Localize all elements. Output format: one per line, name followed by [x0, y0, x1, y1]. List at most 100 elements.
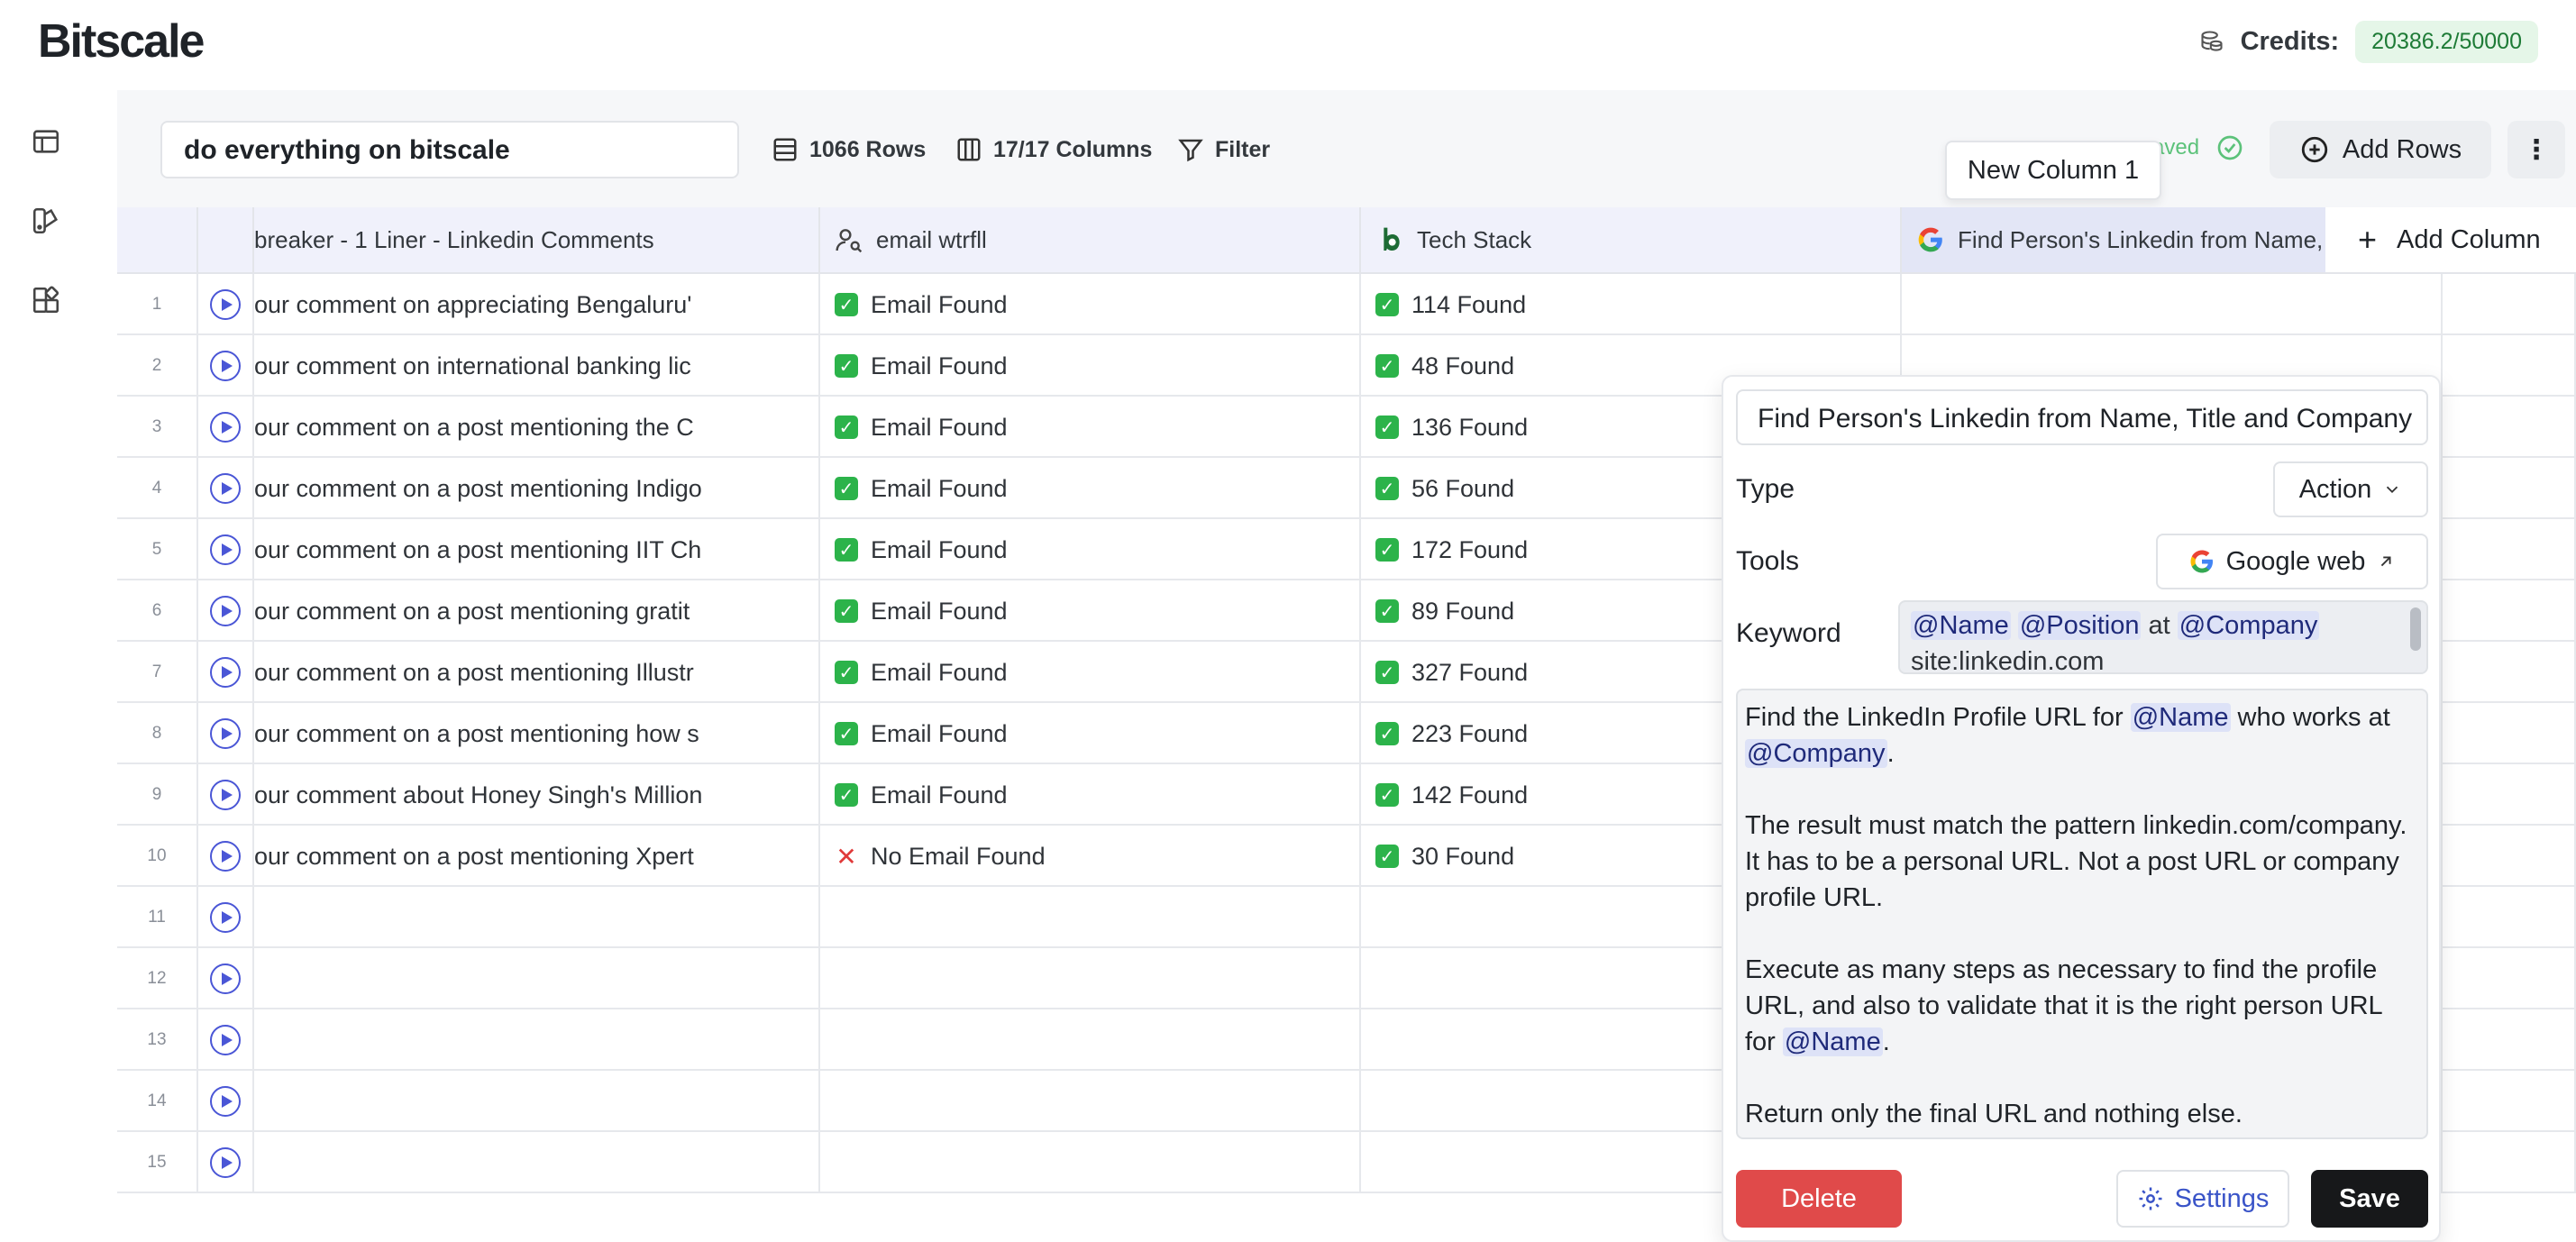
- play-icon[interactable]: [210, 596, 241, 626]
- new-column-tooltip: New Column 1: [1945, 141, 2161, 200]
- check-icon: ✓: [835, 416, 858, 439]
- check-icon: ✓: [1375, 416, 1399, 439]
- header-comments[interactable]: breaker - 1 Liner - Linkedin Comments: [254, 207, 820, 274]
- add-rows-button[interactable]: Add Rows: [2270, 121, 2491, 178]
- play-icon[interactable]: [210, 780, 241, 810]
- empty-cell: [2443, 397, 2576, 458]
- play-icon[interactable]: [210, 473, 241, 504]
- settings-label: Settings: [2174, 1183, 2270, 1213]
- email-cell[interactable]: ✓ Email Found: [820, 764, 1361, 826]
- comment-text: our comment on a post mentioning Xpert: [254, 842, 694, 870]
- play-icon[interactable]: [210, 963, 241, 994]
- check-icon: ✓: [1375, 293, 1399, 316]
- email-cell[interactable]: [820, 887, 1361, 948]
- email-cell[interactable]: ✓ Email Found: [820, 519, 1361, 580]
- tools-select[interactable]: Google web: [2156, 534, 2428, 589]
- email-cell[interactable]: ✓ Email Found: [820, 458, 1361, 519]
- rows-button[interactable]: 1066 Rows: [772, 130, 926, 169]
- user-search-icon: [836, 229, 863, 253]
- columns-button[interactable]: 17/17 Columns: [955, 130, 1152, 169]
- table-name-input[interactable]: do everything on bitscale: [160, 121, 739, 178]
- play-icon[interactable]: [210, 1147, 241, 1178]
- play-icon[interactable]: [210, 902, 241, 933]
- email-cell[interactable]: [820, 948, 1361, 1009]
- play-icon[interactable]: [210, 412, 241, 443]
- type-select[interactable]: Action: [2273, 461, 2428, 517]
- save-button[interactable]: Save: [2311, 1170, 2428, 1228]
- play-icon[interactable]: [210, 718, 241, 749]
- settings-button[interactable]: Settings: [2116, 1170, 2289, 1228]
- app-logo[interactable]: Bitscale: [38, 14, 205, 68]
- play-icon[interactable]: [210, 289, 241, 320]
- comment-cell[interactable]: our comment on a post mentioning Xpert: [254, 826, 820, 887]
- comment-cell[interactable]: our comment on a post mentioning how s: [254, 703, 820, 764]
- type-value: Action: [2298, 474, 2372, 504]
- filter-button[interactable]: Filter: [1177, 130, 1270, 169]
- delete-button[interactable]: Delete: [1736, 1170, 1902, 1228]
- comment-cell[interactable]: [254, 1009, 820, 1071]
- comment-cell[interactable]: our comment on a post mentioning Indigo: [254, 458, 820, 519]
- comment-cell[interactable]: our comment on a post mentioning IIT Ch: [254, 519, 820, 580]
- table-row[interactable]: 1 our comment on appreciating Bengaluru' ✓…: [117, 274, 2576, 335]
- tech-stack-cell[interactable]: ✓ 114 Found: [1361, 274, 1902, 335]
- comment-cell[interactable]: [254, 948, 820, 1009]
- play-icon[interactable]: [210, 841, 241, 872]
- email-cell[interactable]: ✓ Email Found: [820, 335, 1361, 397]
- check-icon: ✓: [1375, 354, 1399, 378]
- main-area: do everything on bitscale 1066 Rows 17/1…: [117, 90, 2576, 1242]
- header-run: [198, 207, 254, 274]
- add-column-button[interactable]: + Add Column: [2325, 207, 2576, 274]
- play-icon[interactable]: [210, 1025, 241, 1055]
- check-icon: ✓: [1375, 783, 1399, 807]
- comment-cell[interactable]: [254, 1132, 820, 1193]
- email-cell[interactable]: [820, 1071, 1361, 1132]
- email-cell[interactable]: ✓ Email Found: [820, 274, 1361, 335]
- more-options-button[interactable]: ⋮: [2507, 121, 2565, 178]
- column-name-input[interactable]: Find Person's Linkedin from Name, Title …: [1736, 389, 2428, 445]
- prompt-tag-name-2: @Name: [1782, 1027, 1883, 1056]
- play-icon[interactable]: [210, 657, 241, 688]
- comment-cell[interactable]: our comment on international banking lic: [254, 335, 820, 397]
- row-run-cell: [198, 1132, 254, 1193]
- play-icon[interactable]: [210, 1086, 241, 1117]
- tech-stack-text: 136 Found: [1411, 413, 1529, 441]
- keyword-scrollbar[interactable]: [2410, 607, 2421, 651]
- comment-cell[interactable]: our comment on a post mentioning the C: [254, 397, 820, 458]
- email-cell[interactable]: ✓ Email Found: [820, 642, 1361, 703]
- comment-cell[interactable]: our comment on appreciating Bengaluru': [254, 274, 820, 335]
- row-index: 6: [117, 580, 198, 642]
- email-cell[interactable]: ✓ Email Found: [820, 397, 1361, 458]
- column-config-panel: Find Person's Linkedin from Name, Title …: [1722, 375, 2441, 1242]
- email-cell[interactable]: [820, 1009, 1361, 1071]
- email-cell[interactable]: [820, 1132, 1361, 1193]
- email-cell[interactable]: ✓ Email Found: [820, 703, 1361, 764]
- prompt-textarea[interactable]: Find the LinkedIn Profile URL for @Name …: [1736, 689, 2428, 1139]
- prompt-paragraph-2: The result must match the pattern linked…: [1745, 811, 2407, 912]
- comment-cell[interactable]: our comment on a post mentioning gratit: [254, 580, 820, 642]
- palette-icon[interactable]: [31, 205, 61, 236]
- email-cell[interactable]: ✕ No Email Found: [820, 826, 1361, 887]
- play-icon[interactable]: [210, 534, 241, 565]
- row-index: 11: [117, 887, 198, 948]
- comment-text: our comment on a post mentioning gratit: [254, 597, 690, 625]
- linkedin-cell[interactable]: [1902, 274, 2443, 335]
- sidebar: [0, 90, 117, 1215]
- email-cell[interactable]: ✓ Email Found: [820, 580, 1361, 642]
- comment-cell[interactable]: our comment about Honey Singh's Million: [254, 764, 820, 826]
- builtwith-icon: [1384, 227, 1400, 251]
- header-tech-stack[interactable]: Tech Stack: [1361, 207, 1902, 274]
- header-email[interactable]: email wtrfll: [820, 207, 1361, 274]
- row-run-cell: [198, 764, 254, 826]
- play-icon[interactable]: [210, 351, 241, 381]
- apps-icon[interactable]: [31, 285, 61, 315]
- keyword-input[interactable]: @Name @Position at @Company site:linkedi…: [1898, 600, 2428, 674]
- check-icon: ✓: [1375, 661, 1399, 684]
- comment-cell[interactable]: our comment on a post mentioning Illustr: [254, 642, 820, 703]
- keyword-site-text: site:linkedin.com: [1911, 647, 2105, 674]
- row-index: 15: [117, 1132, 198, 1193]
- comment-cell[interactable]: [254, 887, 820, 948]
- comment-cell[interactable]: [254, 1071, 820, 1132]
- empty-cell: [2443, 458, 2576, 519]
- table-icon[interactable]: [31, 126, 61, 157]
- check-icon: ✓: [835, 354, 858, 378]
